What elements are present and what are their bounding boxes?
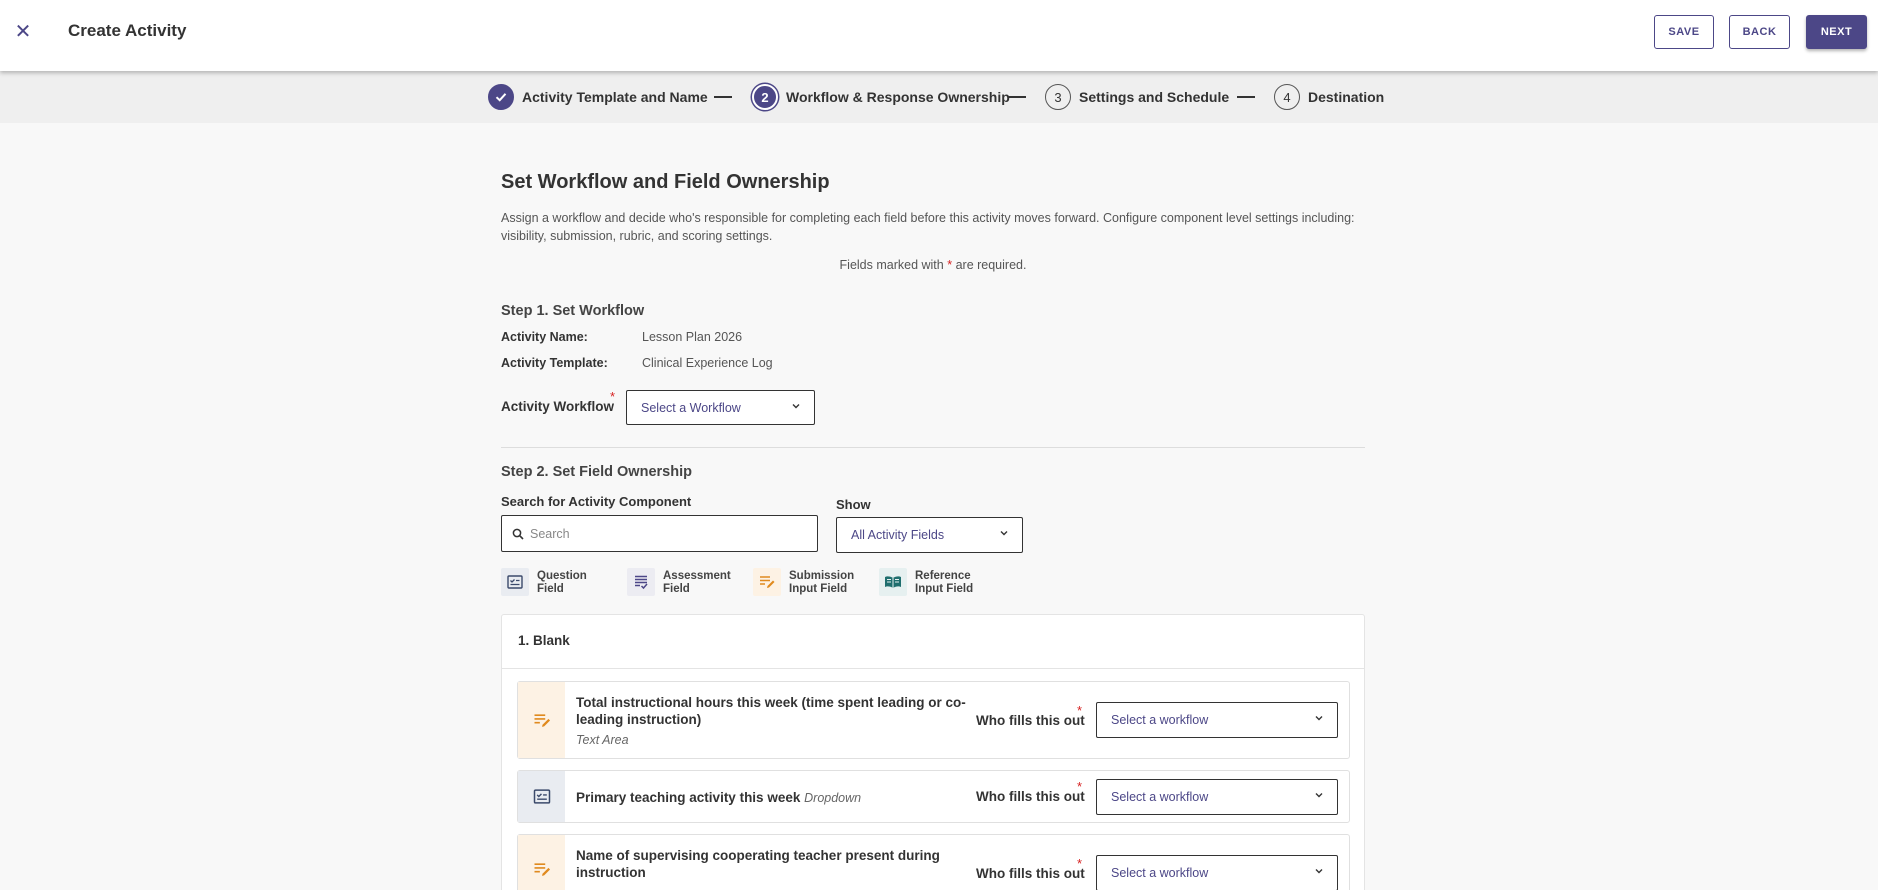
section-divider	[501, 447, 1365, 448]
step1-title: Step 1. Set Workflow	[501, 303, 645, 319]
who-fills-label: Who fills this out	[976, 866, 1085, 881]
component-section-panel: 1. Blank Total instructional hours this …	[501, 614, 1365, 890]
step-label: Settings and Schedule	[1079, 89, 1230, 105]
next-button[interactable]: NEXT	[1806, 15, 1867, 49]
activity-workflow-select[interactable]: Select a Workflow	[626, 390, 815, 425]
field-row: Name of supervising cooperating teacher …	[517, 834, 1350, 890]
search-icon	[512, 528, 524, 540]
required-indicator: *	[1077, 779, 1083, 794]
field-row: Primary teaching activity this week Drop…	[517, 770, 1350, 823]
chevron-down-icon	[792, 404, 800, 409]
section-title: 1. Blank	[518, 633, 570, 648]
step-number: 3	[1045, 84, 1071, 110]
step-label: Destination	[1308, 89, 1385, 105]
step2-title: Step 2. Set Field Ownership	[501, 464, 692, 480]
back-button[interactable]: BACK	[1729, 15, 1790, 49]
step-number: 4	[1274, 84, 1300, 110]
step-destination[interactable]: 4 Destination	[1274, 84, 1384, 110]
who-fills-label: Who fills this out	[976, 713, 1085, 728]
reference-input-icon	[879, 568, 907, 596]
who-fills-label: Who fills this out	[976, 789, 1085, 804]
step-divider	[1237, 96, 1255, 98]
who-fills-select[interactable]: Select a workflow	[1096, 702, 1338, 738]
question-field-icon	[518, 771, 565, 822]
page-title: Create Activity	[68, 21, 187, 40]
check-icon	[488, 84, 514, 110]
section-heading: Set Workflow and Field Ownership	[501, 171, 830, 193]
close-icon[interactable]: ✕	[14, 20, 32, 44]
section-description: Assign a workflow and decide who's respo…	[501, 211, 1355, 243]
legend-submission-input: Submission Input Field	[753, 568, 854, 596]
activity-template-label: Activity Template:	[501, 356, 608, 370]
legend-assessment-field: Assessment Field	[627, 568, 731, 596]
question-field-icon	[501, 568, 529, 596]
panel-divider	[502, 668, 1364, 669]
field-type: Text Area	[576, 733, 629, 747]
required-indicator: *	[1077, 703, 1083, 718]
step-activity-template[interactable]: Activity Template and Name	[488, 84, 708, 110]
step-divider	[1008, 96, 1026, 98]
field-title: Name of supervising cooperating teacher …	[576, 848, 940, 880]
field-row: Total instructional hours this week (tim…	[517, 681, 1350, 759]
activity-name-label: Activity Name:	[501, 330, 588, 344]
chevron-down-icon	[1315, 716, 1323, 721]
required-note: Fields marked with * are required.	[839, 258, 1027, 272]
field-title: Primary teaching activity this week Drop…	[576, 790, 862, 805]
show-label: Show	[836, 497, 871, 512]
activity-template-value: Clinical Experience Log	[642, 356, 773, 370]
step-workflow[interactable]: 2 Workflow & Response Ownership	[752, 84, 1010, 110]
top-bar: ✕ Create Activity SAVE BACK NEXT	[0, 0, 1878, 71]
who-fills-select[interactable]: Select a workflow	[1096, 779, 1338, 815]
search-label: Search for Activity Component	[501, 494, 692, 509]
chevron-down-icon	[1315, 869, 1323, 874]
save-button[interactable]: SAVE	[1654, 15, 1714, 49]
step-label: Workflow & Response Ownership	[786, 89, 1010, 105]
submission-input-icon	[518, 835, 565, 890]
legend-question-field: Question Field	[501, 568, 587, 596]
step-settings[interactable]: 3 Settings and Schedule	[1045, 84, 1229, 110]
chevron-down-icon	[1000, 531, 1008, 536]
required-indicator: *	[610, 389, 616, 404]
step-number: 2	[752, 84, 778, 110]
submission-input-icon	[753, 568, 781, 596]
step-label: Activity Template and Name	[522, 89, 708, 105]
assessment-field-icon	[627, 568, 655, 596]
step-divider	[714, 96, 732, 98]
chevron-down-icon	[1315, 793, 1323, 798]
submission-input-icon	[518, 682, 565, 758]
activity-workflow-label: Activity Workflow	[501, 399, 615, 414]
activity-name-value: Lesson Plan 2026	[642, 330, 743, 344]
show-filter-select[interactable]: All Activity Fields	[836, 517, 1023, 553]
who-fills-select[interactable]: Select a workflow	[1096, 855, 1338, 890]
required-indicator: *	[1077, 856, 1083, 871]
search-input[interactable]: Search	[501, 515, 818, 552]
field-title: Total instructional hours this week (tim…	[576, 695, 966, 727]
legend-reference-input: Reference Input Field	[879, 568, 973, 596]
progress-stepper: Activity Template and Name 2 Workflow & …	[0, 71, 1878, 123]
